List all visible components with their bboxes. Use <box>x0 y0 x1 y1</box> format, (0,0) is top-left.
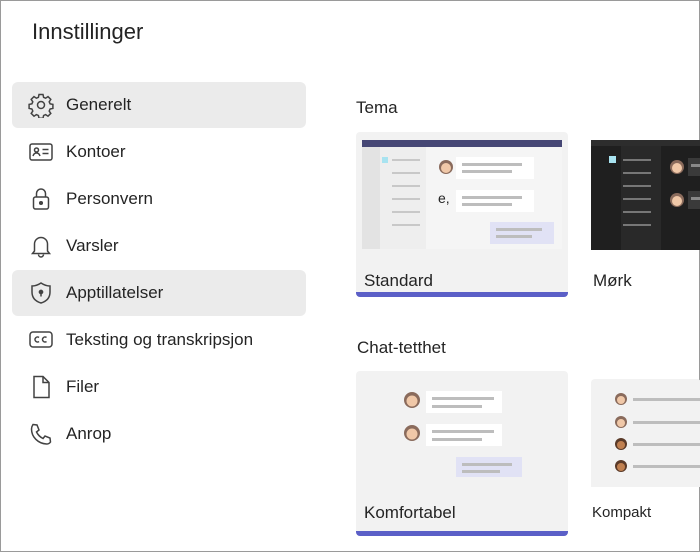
sidebar-item-label: Teksting og transkripsjon <box>66 330 254 349</box>
settings-window: Innstillinger Generelt Kontoer Personver… <box>0 0 700 552</box>
sidebar-item-varsler[interactable]: Varsler <box>12 223 306 269</box>
sidebar-item-personvern[interactable]: Personvern <box>12 176 306 222</box>
sidebar-item-anrop[interactable]: Anrop <box>12 411 306 457</box>
standard-theme-preview <box>362 140 562 249</box>
sidebar-item-kontoer[interactable]: Kontoer <box>12 129 306 175</box>
lock-icon <box>28 186 54 212</box>
sidebar-item-label: Personvern <box>66 189 153 208</box>
compact-preview <box>591 379 700 487</box>
sidebar-item-label: Varsler <box>66 236 119 255</box>
theme-option-mork[interactable]: Mørk <box>591 132 700 297</box>
sidebar-item-label: Apptillatelser <box>66 283 164 302</box>
bell-icon <box>28 233 54 259</box>
density-option-label: Komfortabel <box>364 503 456 522</box>
theme-option-label: Mørk <box>593 271 632 290</box>
gear-icon <box>28 92 54 118</box>
page-title: Innstillinger <box>32 19 144 44</box>
sidebar-item-label: Generelt <box>66 95 132 114</box>
sidebar-item-label: Filer <box>66 377 100 396</box>
sidebar-item-label: Anrop <box>66 424 112 443</box>
density-option-label: Kompakt <box>592 504 652 521</box>
density-option-kompakt[interactable]: Kompakt <box>591 379 700 529</box>
dark-theme-preview <box>591 140 700 250</box>
phone-icon <box>28 421 54 447</box>
chat-density-heading: Chat-tetthet <box>357 338 446 357</box>
shield-icon <box>28 280 54 306</box>
selected-indicator <box>356 531 568 536</box>
preview-text: e, <box>438 190 450 206</box>
selected-indicator <box>356 292 568 297</box>
sidebar-item-teksting[interactable]: Teksting og transkripsjon <box>12 317 306 363</box>
sidebar-item-apptillatelser[interactable]: Apptillatelser <box>12 270 306 316</box>
sidebar-item-label: Kontoer <box>66 142 126 161</box>
theme-heading: Tema <box>356 98 398 117</box>
density-option-komfortabel[interactable]: Komfortabel <box>356 371 568 536</box>
cc-icon <box>28 327 54 353</box>
file-icon <box>28 374 54 400</box>
sidebar-item-generelt[interactable]: Generelt <box>12 82 306 128</box>
comfortable-preview <box>404 391 522 477</box>
theme-option-label: Standard <box>364 271 433 290</box>
id-card-icon <box>28 139 54 165</box>
sidebar-item-filer[interactable]: Filer <box>12 364 306 410</box>
theme-option-standard[interactable]: e, Standard <box>356 132 568 297</box>
